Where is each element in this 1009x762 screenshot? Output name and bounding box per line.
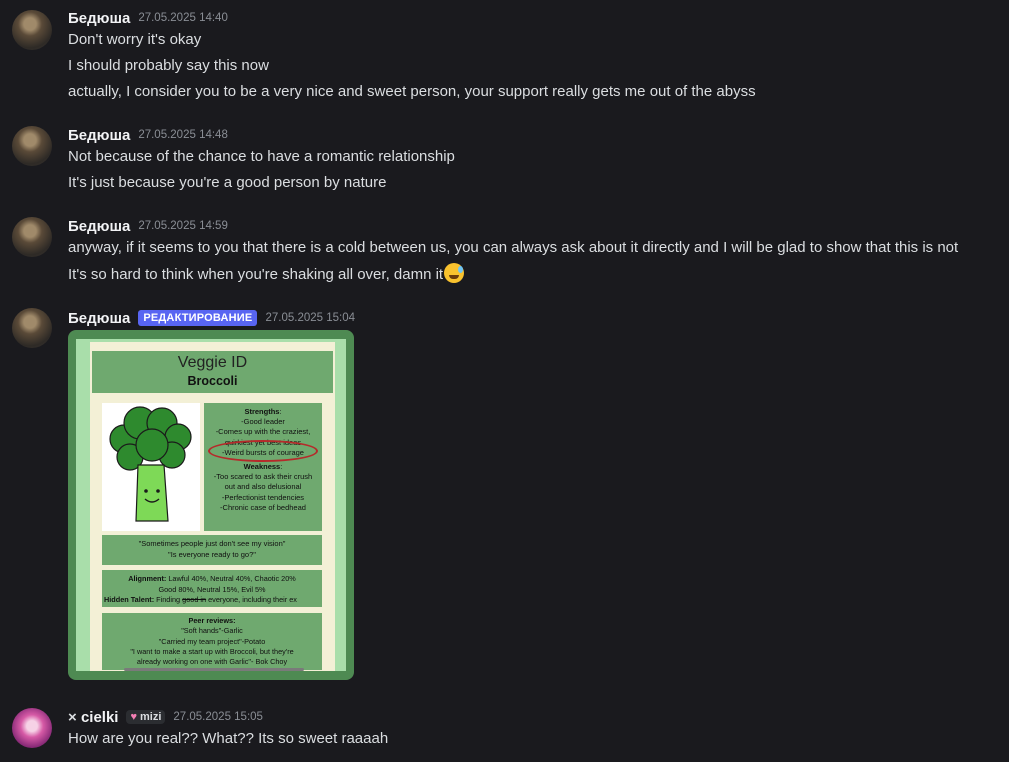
image-attachment[interactable]: Veggie ID Broccoli Strengths: -Good lead… (68, 330, 354, 680)
peer-review: "Soft hands"-Garlic (181, 626, 243, 636)
strength-item: -Comes up with the craziest, (215, 427, 311, 437)
veggie-id-sheet: Veggie ID Broccoli Strengths: -Good lead… (90, 342, 335, 671)
message-text: anyway, if it seems to you that there is… (68, 239, 959, 256)
user-avatar[interactable] (12, 126, 52, 166)
peer-label: Peer reviews: (188, 616, 236, 625)
talent-text: everyone, including their ex (206, 595, 297, 604)
message-text: It's just because you're a good person b… (68, 174, 387, 191)
guild-tag[interactable]: ♥ mizi (126, 710, 166, 724)
weakness-item: -Chronic case of bedhead (220, 502, 306, 512)
heart-icon: ♥ (130, 711, 137, 723)
message-text: Not because of the chance to have a roma… (68, 148, 455, 165)
timestamp: 27.05.2025 14:48 (138, 129, 228, 141)
sweat-smile-emoji[interactable] (444, 263, 465, 283)
talent-label: Hidden Talent: (104, 595, 155, 604)
veggie-id-subtitle: Broccoli (187, 374, 238, 388)
alignment-value: Lawful 40%, Neutral 40%, Chaotic 20% (168, 574, 296, 583)
timestamp: 27.05.2025 14:40 (138, 12, 228, 24)
weakness-label: Weakness (243, 462, 281, 472)
strengths-weakness-box: Strengths: -Good leader -Comes up with t… (204, 403, 322, 531)
veggie-id-title: Veggie ID (177, 354, 248, 371)
broccoli-icon (109, 406, 192, 522)
peer-review: "I want to make a start up with Broccoli… (130, 646, 294, 656)
message-text: How are you real?? What?? Its so sweet r… (68, 730, 389, 747)
broccoli-illustration (102, 403, 200, 531)
message-text: I should probably say this now (68, 57, 269, 74)
red-circle-annotation (208, 440, 318, 462)
weakness-item: out and also delusional (224, 482, 302, 492)
guild-tag-label: mizi (140, 711, 162, 723)
name-prefix: × (68, 708, 77, 726)
quote: "Is everyone ready to go?" (168, 549, 256, 559)
talent-strike: good in (182, 595, 207, 604)
username[interactable]: Бедюша (68, 127, 130, 144)
quote: "Sometimes people just don't see my visi… (138, 539, 286, 548)
user-avatar[interactable] (12, 708, 52, 748)
peer-reviews-box: Peer reviews: "Soft hands"-Garlic "Carri… (102, 613, 322, 670)
timestamp: 27.05.2025 14:59 (138, 220, 228, 232)
peer-review: already working on one with Garlic"- Bok… (136, 657, 288, 667)
message-text-with-emoji: It's so hard to think when you're shakin… (68, 263, 465, 285)
strengths-label: Strengths (244, 407, 280, 416)
alignment-box: Alignment: Lawful 40%, Neutral 40%, Chao… (102, 570, 322, 607)
user-avatar[interactable] (12, 308, 52, 348)
image-frame: Veggie ID Broccoli Strengths: -Good lead… (76, 339, 346, 671)
message-text: actually, I consider you to be a very ni… (68, 83, 756, 100)
strength-item: -Good leader (241, 417, 285, 427)
weakness-item: -Too scared to ask their crush (213, 472, 313, 482)
user-avatar[interactable] (12, 10, 52, 50)
peer-review: "Carried my team project"-Potato (158, 636, 266, 646)
veggie-id-header: Veggie ID Broccoli (92, 351, 333, 393)
alignment-label: Alignment: (128, 574, 167, 583)
username[interactable]: × cielki (68, 709, 118, 726)
image-scrollbar (124, 668, 304, 671)
timestamp: 27.05.2025 15:05 (173, 711, 263, 723)
role-badge[interactable]: РЕДАКТИРОВАНИЕ (138, 310, 258, 326)
username[interactable]: Бедюша (68, 218, 130, 235)
username-text: cielki (80, 708, 119, 726)
message-text: It's so hard to think when you're shakin… (68, 265, 444, 283)
user-avatar[interactable] (12, 217, 52, 257)
talent-text: Finding (156, 595, 183, 604)
username[interactable]: Бедюша (68, 10, 130, 27)
timestamp: 27.05.2025 15:04 (265, 312, 355, 324)
alignment-value: Good 80%, Neutral 15%, Evil 5% (158, 584, 266, 594)
message-text: Don't worry it's okay (68, 31, 202, 48)
weakness-item: -Perfectionist tendencies (221, 492, 305, 502)
username[interactable]: Бедюша (68, 310, 130, 327)
quotes-box: "Sometimes people just don't see my visi… (102, 535, 322, 565)
